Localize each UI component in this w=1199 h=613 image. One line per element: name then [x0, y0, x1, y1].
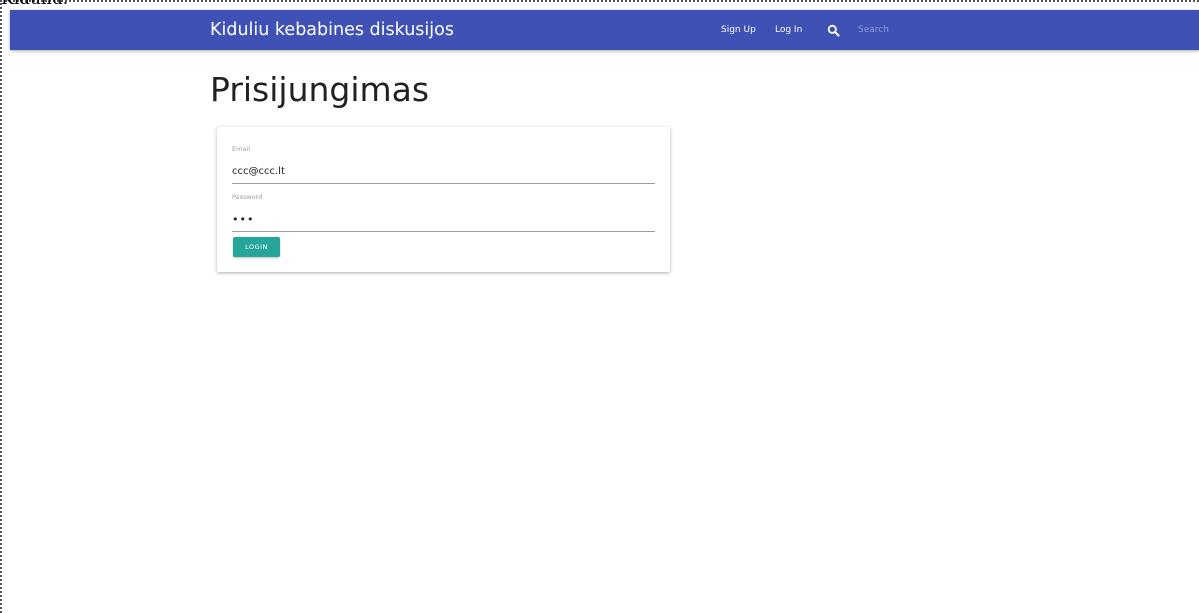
password-field[interactable] [232, 208, 655, 232]
search-input[interactable] [858, 22, 998, 38]
login-card: Email Password LOGIN [217, 127, 670, 272]
nav-login-link[interactable]: Log In [775, 24, 802, 36]
page-title: Prisijungimas [210, 70, 430, 109]
nav-signup-link[interactable]: Sign Up [721, 24, 756, 36]
email-field[interactable] [232, 160, 655, 184]
page-frame [0, 0, 1199, 613]
email-label: Email [232, 145, 251, 153]
navbar: Kiduliu kebabines diskusijos Sign Up Log… [10, 10, 1199, 50]
brand-link[interactable]: Kiduliu kebabines diskusijos [210, 19, 454, 41]
login-button[interactable]: LOGIN [233, 237, 280, 257]
password-label: Password [232, 193, 263, 201]
search-icon[interactable] [826, 23, 842, 39]
top-text-fragment: Kiduliu. [1, 0, 68, 8]
